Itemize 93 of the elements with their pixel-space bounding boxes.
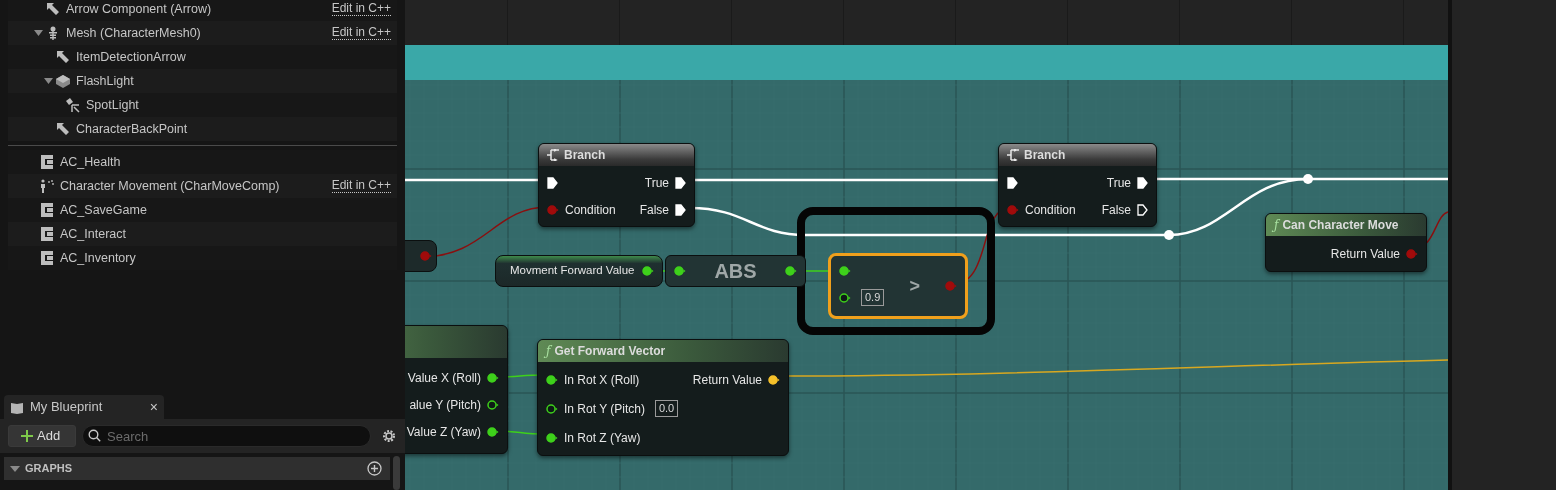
- function-node[interactable]: ƒ Can Character Move Return Value: [1265, 213, 1427, 272]
- arrow-icon: [46, 2, 60, 16]
- expand-arrow-icon[interactable]: [33, 30, 43, 36]
- tree-item[interactable]: AC_Health: [60, 152, 121, 172]
- add-circle-icon[interactable]: [367, 461, 382, 476]
- data-pin-icon[interactable]: [839, 292, 851, 303]
- data-pin-icon[interactable]: [768, 374, 780, 385]
- node-title: ABS: [714, 259, 757, 284]
- search-field[interactable]: Search: [82, 425, 371, 447]
- default-value-field[interactable]: 0.9: [861, 289, 885, 307]
- tree-item[interactable]: Mesh (CharacterMesh0): [66, 23, 201, 43]
- data-pin-icon[interactable]: [487, 426, 499, 437]
- exec-pin-icon[interactable]: [547, 176, 558, 189]
- data-pin-icon[interactable]: [839, 265, 851, 276]
- data-pin-icon[interactable]: [487, 399, 499, 410]
- exec-pin-icon[interactable]: [675, 203, 686, 216]
- tree-item[interactable]: AC_Inventory: [60, 248, 136, 268]
- node-title: Get Forward Vector: [554, 343, 666, 360]
- function-icon: ƒ: [546, 342, 551, 360]
- pin-label: Return Value: [1330, 245, 1400, 263]
- scrollbar[interactable]: [393, 456, 400, 490]
- node-title: Branch: [1024, 147, 1066, 164]
- pin-label: False: [1101, 201, 1131, 219]
- data-pin-icon[interactable]: [642, 266, 654, 276]
- node-title: Branch: [564, 147, 606, 164]
- book-icon: [10, 400, 24, 414]
- data-pin-icon[interactable]: [546, 432, 558, 443]
- tree-item[interactable]: SpotLight: [86, 95, 139, 115]
- tree-item[interactable]: Character Movement (CharMoveComp): [60, 176, 280, 196]
- component-icon: [41, 203, 53, 217]
- data-pin-icon[interactable]: [487, 372, 499, 383]
- settings-icon[interactable]: [381, 428, 397, 444]
- edit-link[interactable]: Edit in C++: [331, 2, 391, 16]
- skeleton-icon: [46, 26, 60, 40]
- component-icon: [41, 227, 53, 241]
- pin-label: Condition: [565, 201, 616, 219]
- arrow-icon: [56, 50, 70, 64]
- component-icon: [41, 251, 53, 265]
- function-node[interactable]: Value X (Roll) alue Y (Pitch) Value Z (Yaw): [405, 325, 508, 454]
- pin-label: In Rot Z (Yaw): [564, 429, 641, 447]
- exec-pin-icon[interactable]: [675, 176, 686, 189]
- walking-figure-icon: [39, 179, 55, 193]
- branch-node[interactable]: Branch True Condition False: [538, 143, 695, 227]
- section-title: GRAPHS: [25, 461, 73, 477]
- edit-link[interactable]: Edit in C++: [331, 26, 391, 40]
- tree-item[interactable]: FlashLight: [76, 71, 134, 91]
- tree-item[interactable]: AC_SaveGame: [60, 200, 147, 220]
- operator-symbol: >: [909, 274, 920, 298]
- spotlight-icon: [65, 97, 81, 113]
- expand-arrow-icon[interactable]: [43, 78, 53, 84]
- plus-icon: [21, 430, 33, 442]
- data-pin-icon[interactable]: [674, 266, 686, 276]
- close-button[interactable]: ×: [149, 396, 158, 418]
- pin-label: True: [644, 174, 669, 192]
- function-node[interactable]: ƒ Get Forward Vector In Rot X (Roll) Return Value In Rot Y (Pitch) 0.0 In Rot Z (Yaw): [537, 339, 789, 456]
- pin-label: Return Value: [692, 371, 762, 389]
- pin-label: In Rot Y (Pitch): [564, 400, 645, 418]
- pin-label: True: [1106, 174, 1131, 192]
- branch-node[interactable]: Branch True Condition False: [998, 143, 1157, 227]
- component-icon: [41, 155, 53, 169]
- search-icon: [88, 429, 101, 442]
- math-node[interactable]: ABS: [665, 255, 806, 287]
- default-value-field[interactable]: 0.0: [654, 400, 679, 417]
- node-title: Can Character Move: [1282, 217, 1399, 234]
- pin-label: False: [639, 201, 669, 219]
- tree-item[interactable]: AC_Interact: [60, 224, 126, 244]
- tree-item[interactable]: Arrow Component (Arrow): [66, 0, 212, 19]
- branch-icon: [1007, 149, 1020, 161]
- pin-label: Value X (Roll): [407, 369, 481, 387]
- tab-title: My Blueprint: [30, 398, 103, 417]
- pin-label: Value Z (Yaw): [406, 423, 481, 441]
- pin-label: alue Y (Pitch): [409, 396, 481, 414]
- pin-label: Condition: [1025, 201, 1076, 219]
- tree-item[interactable]: ItemDetectionArrow: [76, 47, 186, 67]
- function-icon: ƒ: [1274, 216, 1279, 234]
- data-pin-icon[interactable]: [785, 266, 797, 276]
- compare-node[interactable]: 0.9 >: [828, 253, 968, 319]
- pin-label: In Rot X (Roll): [564, 371, 640, 389]
- data-pin-icon[interactable]: [546, 374, 558, 385]
- exec-pin-icon[interactable]: [1137, 176, 1148, 189]
- section-header[interactable]: GRAPHS: [4, 457, 390, 480]
- variable-node[interactable]: Movment Forward Value: [495, 255, 663, 287]
- arrow-icon: [56, 122, 70, 136]
- data-pin-icon[interactable]: [546, 403, 558, 414]
- branch-icon: [547, 149, 560, 161]
- panel-tab[interactable]: My Blueprint ×: [4, 395, 164, 419]
- exec-pin-icon[interactable]: [1007, 176, 1018, 189]
- add-button[interactable]: Add: [8, 425, 76, 447]
- expand-arrow-icon[interactable]: [10, 465, 20, 472]
- exec-pin-icon[interactable]: [1137, 203, 1148, 216]
- cube-icon: [55, 74, 71, 88]
- variable-name: Movment Forward Value: [510, 263, 635, 279]
- edit-link[interactable]: Edit in C++: [331, 179, 391, 193]
